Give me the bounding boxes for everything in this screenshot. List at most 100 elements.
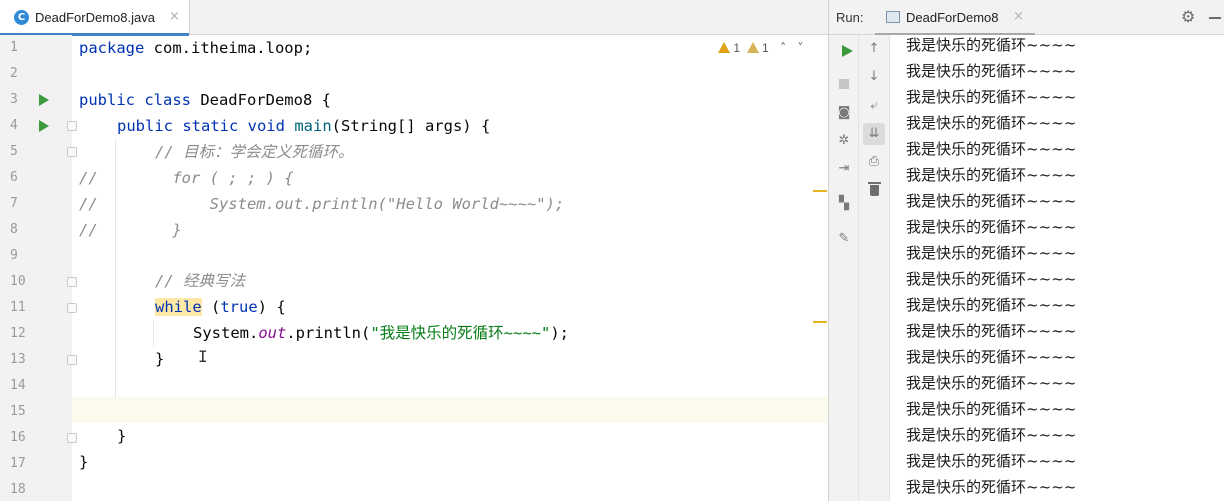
- console-line: 我是快乐的死循环~~~~: [906, 374, 1077, 392]
- line-number: 7: [10, 196, 18, 211]
- scrollbar-marker[interactable]: [813, 321, 827, 323]
- debug-icon[interactable]: ✲: [833, 130, 855, 152]
- line-number: 4: [10, 118, 18, 133]
- line-number: 8: [10, 222, 18, 237]
- trash-icon[interactable]: [863, 179, 885, 201]
- rerun-button[interactable]: [833, 38, 855, 60]
- code-area[interactable]: package com.itheima.loop; public class D…: [72, 35, 828, 501]
- console-line: 我是快乐的死循环~~~~: [906, 218, 1077, 236]
- line-number: 14: [10, 378, 26, 393]
- line-number: 1: [10, 40, 18, 55]
- console-line: 我是快乐的死循环~~~~: [906, 36, 1077, 54]
- run-header: Run: DeadForDemo8 × ⚙: [829, 0, 1224, 36]
- code-line-3: public class DeadForDemo8 {: [79, 91, 331, 109]
- layout-icon[interactable]: ▚: [833, 193, 855, 215]
- inspection-widget[interactable]: 1 1 ˄ ˅: [718, 40, 803, 56]
- editor-tab-bar: C DeadForDemo8.java ×: [0, 0, 828, 36]
- warning-count: 1: [733, 41, 741, 55]
- console-line: 我是快乐的死循环~~~~: [906, 296, 1077, 314]
- indent-guide: [153, 320, 154, 346]
- fold-icon[interactable]: [67, 355, 77, 365]
- run-toolbar-primary: ◙ ✲ ⇥ ▚ ✎: [829, 35, 859, 501]
- line-number: 15: [10, 404, 26, 419]
- line-number: 16: [10, 430, 26, 445]
- run-tool-window: Run: DeadForDemo8 × ⚙ ◙ ✲ ⇥ ▚ ✎ ↑ ↓ ⤶ ⇊ …: [828, 0, 1224, 501]
- console-line: 我是快乐的死循环~~~~: [906, 400, 1077, 418]
- java-class-icon: C: [14, 10, 29, 25]
- print-icon[interactable]: ⎙: [863, 151, 885, 173]
- gear-icon[interactable]: ⚙: [1181, 8, 1195, 26]
- code-line-8: // }: [79, 221, 182, 239]
- fold-icon[interactable]: [67, 277, 77, 287]
- console-line: 我是快乐的死循环~~~~: [906, 478, 1077, 496]
- line-number: 11: [10, 300, 26, 315]
- run-tab-deadfordemo8[interactable]: DeadForDemo8 ×: [875, 0, 1035, 36]
- fold-icon[interactable]: [67, 433, 77, 443]
- line-number: 18: [10, 482, 26, 497]
- line-number: 9: [10, 248, 18, 263]
- code-line-16: }: [117, 427, 127, 445]
- minimize-icon[interactable]: [1209, 17, 1221, 19]
- fold-icon[interactable]: [67, 121, 77, 131]
- run-title: Run:: [836, 10, 864, 25]
- fold-icon[interactable]: [67, 303, 77, 313]
- code-line-10: // 经典写法: [155, 272, 245, 290]
- text-cursor-icon: I: [198, 347, 208, 366]
- line-number: 13: [10, 352, 26, 367]
- code-line-11: while (true) {: [155, 298, 286, 316]
- line-number: 2: [10, 66, 18, 81]
- chevron-down-icon[interactable]: ˅: [797, 40, 803, 56]
- run-class-icon[interactable]: [39, 94, 49, 106]
- scroll-to-end-icon[interactable]: ⇊: [863, 123, 885, 145]
- console-line: 我是快乐的死循环~~~~: [906, 192, 1077, 210]
- scrollbar-marker[interactable]: [813, 190, 827, 192]
- run-main-icon[interactable]: [39, 120, 49, 132]
- stop-button[interactable]: [833, 73, 855, 95]
- exit-icon[interactable]: ⇥: [833, 158, 855, 180]
- editor-tab-deadfordemo8[interactable]: C DeadForDemo8.java ×: [0, 0, 190, 36]
- chevron-up-icon[interactable]: ˄: [780, 40, 786, 56]
- run-tab-label: DeadForDemo8: [906, 10, 999, 25]
- play-icon: [842, 45, 853, 57]
- current-line-highlight: [72, 397, 828, 423]
- console-output[interactable]: 我是快乐的死循环~~~~ 我是快乐的死循环~~~~ 我是快乐的死循环~~~~ 我…: [890, 35, 1224, 501]
- console-line: 我是快乐的死循环~~~~: [906, 140, 1077, 158]
- line-number: 10: [10, 274, 26, 289]
- arrow-down-icon[interactable]: ↓: [863, 66, 885, 88]
- code-line-17: }: [79, 453, 89, 471]
- close-run-tab-icon[interactable]: ×: [1013, 9, 1024, 25]
- console-line: 我是快乐的死循环~~~~: [906, 244, 1077, 262]
- line-number: 17: [10, 456, 26, 471]
- run-toolbar-secondary: ↑ ↓ ⤶ ⇊ ⎙: [859, 35, 890, 501]
- code-line-4: public static void main(String[] args) {: [117, 117, 491, 135]
- console-line: 我是快乐的死循环~~~~: [906, 452, 1077, 470]
- code-editor: C DeadForDemo8.java × package com.itheim…: [0, 0, 828, 501]
- line-number: 3: [10, 92, 18, 107]
- weak-warning-count: 1: [762, 41, 769, 55]
- stop-icon: [839, 79, 849, 89]
- console-line: 我是快乐的死循环~~~~: [906, 114, 1077, 132]
- console-line: 我是快乐的死循环~~~~: [906, 426, 1077, 444]
- close-tab-icon[interactable]: ×: [169, 9, 180, 25]
- camera-icon[interactable]: ◙: [833, 102, 855, 124]
- line-number: 6: [10, 170, 18, 185]
- console-line: 我是快乐的死循环~~~~: [906, 270, 1077, 288]
- code-line-13: }: [155, 350, 165, 368]
- soft-wrap-icon[interactable]: ⤶: [863, 95, 885, 117]
- console-line: 我是快乐的死循环~~~~: [906, 348, 1077, 366]
- tab-filename: DeadForDemo8.java: [35, 10, 155, 25]
- code-line-6: // for ( ; ; ) {: [79, 169, 294, 187]
- console-line: 我是快乐的死循环~~~~: [906, 166, 1077, 184]
- fold-icon[interactable]: [67, 147, 77, 157]
- line-number: 5: [10, 144, 18, 159]
- line-number: 12: [10, 326, 26, 341]
- console-line: 我是快乐的死循环~~~~: [906, 62, 1077, 80]
- warning-icon: [718, 42, 730, 53]
- arrow-up-icon[interactable]: ↑: [863, 38, 885, 60]
- weak-warning-icon: [746, 42, 759, 53]
- console-line: 我是快乐的死循环~~~~: [906, 322, 1077, 340]
- code-line-5: // 目标：学会定义死循环。: [155, 143, 354, 161]
- console-icon: [886, 11, 900, 23]
- pin-icon[interactable]: ✎: [833, 228, 855, 250]
- console-line: 我是快乐的死循环~~~~: [906, 88, 1077, 106]
